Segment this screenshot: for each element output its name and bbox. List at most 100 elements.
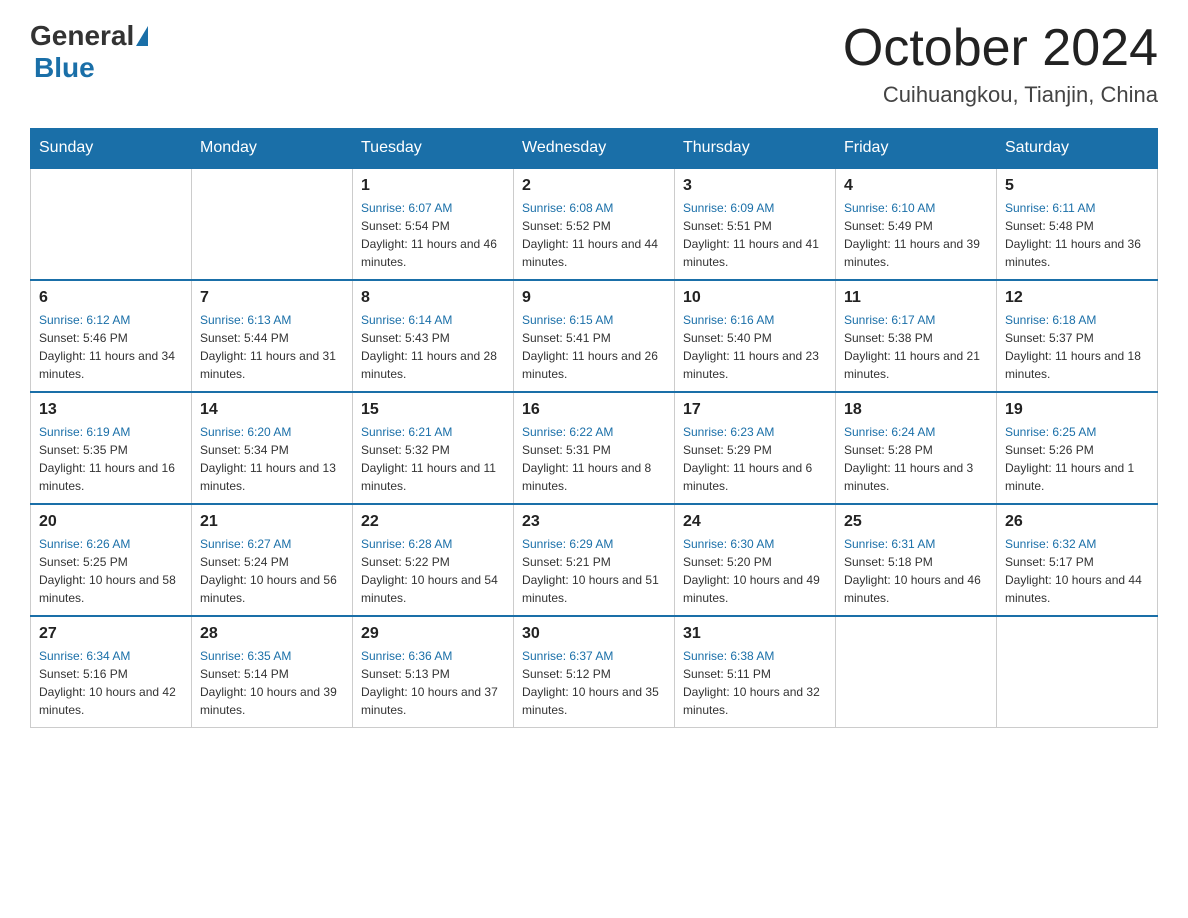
daylight-text: Daylight: 10 hours and 49 minutes. <box>683 573 820 605</box>
daylight-text: Daylight: 10 hours and 32 minutes. <box>683 685 820 717</box>
calendar-cell: 28Sunrise: 6:35 AMSunset: 5:14 PMDayligh… <box>192 616 353 728</box>
sunrise-text: Sunrise: 6:16 AM <box>683 313 774 327</box>
day-info: Sunrise: 6:09 AMSunset: 5:51 PMDaylight:… <box>683 199 827 271</box>
day-number: 25 <box>844 513 988 531</box>
day-info: Sunrise: 6:27 AMSunset: 5:24 PMDaylight:… <box>200 535 344 607</box>
sunset-text: Sunset: 5:29 PM <box>683 443 772 457</box>
calendar-table: SundayMondayTuesdayWednesdayThursdayFrid… <box>30 128 1158 728</box>
sunset-text: Sunset: 5:25 PM <box>39 555 128 569</box>
daylight-text: Daylight: 11 hours and 8 minutes. <box>522 461 651 493</box>
daylight-text: Daylight: 11 hours and 26 minutes. <box>522 349 658 381</box>
daylight-text: Daylight: 10 hours and 39 minutes. <box>200 685 337 717</box>
day-number: 22 <box>361 513 505 531</box>
sunrise-text: Sunrise: 6:28 AM <box>361 537 452 551</box>
sunrise-text: Sunrise: 6:27 AM <box>200 537 291 551</box>
sunset-text: Sunset: 5:44 PM <box>200 331 289 345</box>
sunset-text: Sunset: 5:41 PM <box>522 331 611 345</box>
day-info: Sunrise: 6:17 AMSunset: 5:38 PMDaylight:… <box>844 311 988 383</box>
sunset-text: Sunset: 5:34 PM <box>200 443 289 457</box>
sunset-text: Sunset: 5:17 PM <box>1005 555 1094 569</box>
day-info: Sunrise: 6:15 AM Sunset: 5:41 PM Daylight:… <box>522 311 666 383</box>
day-info: Sunrise: 6:11 AMSunset: 5:48 PMDaylight:… <box>1005 199 1149 271</box>
sunset-text: Sunset: 5:37 PM <box>1005 331 1094 345</box>
calendar-cell: 12Sunrise: 6:18 AMSunset: 5:37 PMDayligh… <box>997 280 1158 392</box>
day-info: Sunrise: 6:22 AMSunset: 5:31 PMDaylight:… <box>522 423 666 495</box>
calendar-cell: 25Sunrise: 6:31 AMSunset: 5:18 PMDayligh… <box>836 504 997 616</box>
week-row-5: 27Sunrise: 6:34 AMSunset: 5:16 PMDayligh… <box>31 616 1158 728</box>
daylight-text: Daylight: 11 hours and 46 minutes. <box>361 237 497 269</box>
day-number: 5 <box>1005 177 1149 195</box>
sunset-text: Sunset: 5:46 PM <box>39 331 128 345</box>
sunset-text: Sunset: 5:54 PM <box>361 219 450 233</box>
sunrise-text: Sunrise: 6:24 AM <box>844 425 935 439</box>
day-info: Sunrise: 6:28 AMSunset: 5:22 PMDaylight:… <box>361 535 505 607</box>
day-number: 1 <box>361 177 505 195</box>
sunset-text: Sunset: 5:20 PM <box>683 555 772 569</box>
sunrise-text: Sunrise: 6:13 AM <box>200 313 291 327</box>
sunset-text: Sunset: 5:32 PM <box>361 443 450 457</box>
sunrise-text: Sunrise: 6:15 AM <box>522 313 613 327</box>
daylight-text: Daylight: 11 hours and 6 minutes. <box>683 461 812 493</box>
calendar-cell <box>31 168 192 280</box>
calendar-cell <box>836 616 997 728</box>
day-number: 27 <box>39 625 183 643</box>
sunrise-text: Sunrise: 6:37 AM <box>522 649 613 663</box>
sunset-text: Sunset: 5:16 PM <box>39 667 128 681</box>
day-info: Sunrise: 6:26 AMSunset: 5:25 PMDaylight:… <box>39 535 183 607</box>
calendar-cell: 29 Sunrise: 6:36 AMSunset: 5:13 PMDayligh… <box>353 616 514 728</box>
daylight-text: Daylight: 10 hours and 35 minutes. <box>522 685 659 717</box>
daylight-text: Daylight: 11 hours and 23 minutes. <box>683 349 819 381</box>
calendar-cell: 31 Sunrise: 6:38 AMSunset: 5:11 PMDayligh… <box>675 616 836 728</box>
day-number: 11 <box>844 289 988 307</box>
calendar-cell: 1 Sunrise: 6:07 AM Sunset: 5:54 PM Daylight… <box>353 168 514 280</box>
day-info: Sunrise: 6:13 AMSunset: 5:44 PMDaylight:… <box>200 311 344 383</box>
daylight-text: Daylight: 11 hours and 13 minutes. <box>200 461 336 493</box>
day-number: 29 <box>361 625 505 643</box>
column-header-monday: Monday <box>192 129 353 169</box>
daylight-text: Daylight: 10 hours and 54 minutes. <box>361 573 498 605</box>
daylight-text: Daylight: 10 hours and 56 minutes. <box>200 573 337 605</box>
day-info: Sunrise: 6:36 AMSunset: 5:13 PMDaylight:… <box>361 647 505 719</box>
daylight-text: Daylight: 10 hours and 46 minutes. <box>844 573 981 605</box>
day-number: 28 <box>200 625 344 643</box>
calendar-cell: 4Sunrise: 6:10 AMSunset: 5:49 PMDaylight… <box>836 168 997 280</box>
day-number: 21 <box>200 513 344 531</box>
sunset-text: Sunset: 5:38 PM <box>844 331 933 345</box>
week-row-1: 1 Sunrise: 6:07 AM Sunset: 5:54 PM Daylight… <box>31 168 1158 280</box>
daylight-text: Daylight: 10 hours and 58 minutes. <box>39 573 176 605</box>
day-info: Sunrise: 6:38 AMSunset: 5:11 PMDaylight:… <box>683 647 827 719</box>
calendar-cell: 22 Sunrise: 6:28 AMSunset: 5:22 PMDayligh… <box>353 504 514 616</box>
sunrise-text: Sunrise: 6:10 AM <box>844 201 935 215</box>
day-info: Sunrise: 6:08 AMSunset: 5:52 PMDaylight:… <box>522 199 666 271</box>
sunrise-text: Sunrise: 6:32 AM <box>1005 537 1096 551</box>
sunset-text: Sunset: 5:31 PM <box>522 443 611 457</box>
column-header-tuesday: Tuesday <box>353 129 514 169</box>
sunrise-text: Sunrise: 6:36 AM <box>361 649 452 663</box>
day-number: 3 <box>683 177 827 195</box>
day-info: Sunrise: 6:19 AMSunset: 5:35 PMDaylight:… <box>39 423 183 495</box>
daylight-text: Daylight: 11 hours and 34 minutes. <box>39 349 175 381</box>
sunset-text: Sunset: 5:14 PM <box>200 667 289 681</box>
sunset-text: Sunset: 5:18 PM <box>844 555 933 569</box>
calendar-cell: 30Sunrise: 6:37 AMSunset: 5:12 PMDayligh… <box>514 616 675 728</box>
calendar-cell: 2Sunrise: 6:08 AMSunset: 5:52 PMDaylight… <box>514 168 675 280</box>
sunrise-text: Sunrise: 6:25 AM <box>1005 425 1096 439</box>
daylight-text: Daylight: 11 hours and 21 minutes. <box>844 349 980 381</box>
calendar-cell <box>192 168 353 280</box>
calendar-cell: 15Sunrise: 6:21 AMSunset: 5:32 PMDayligh… <box>353 392 514 504</box>
day-number: 31 <box>683 625 827 643</box>
daylight-text: Daylight: 11 hours and 41 minutes. <box>683 237 819 269</box>
sunrise-text: Sunrise: 6:18 AM <box>1005 313 1096 327</box>
sunrise-text: Sunrise: 6:09 AM <box>683 201 774 215</box>
sunset-text: Sunset: 5:48 PM <box>1005 219 1094 233</box>
daylight-text: Daylight: 11 hours and 36 minutes. <box>1005 237 1141 269</box>
sunset-text: Sunset: 5:43 PM <box>361 331 450 345</box>
sunrise-text: Sunrise: 6:07 AM <box>361 201 452 215</box>
sunset-text: Sunset: 5:26 PM <box>1005 443 1094 457</box>
logo-blue-text: Blue <box>34 52 95 83</box>
day-info: Sunrise: 6:12 AMSunset: 5:46 PMDaylight:… <box>39 311 183 383</box>
day-number: 17 <box>683 401 827 419</box>
day-info: Sunrise: 6:29 AMSunset: 5:21 PMDaylight:… <box>522 535 666 607</box>
location-title: Cuihuangkou, Tianjin, China <box>843 82 1158 108</box>
logo: General Blue <box>30 20 150 84</box>
